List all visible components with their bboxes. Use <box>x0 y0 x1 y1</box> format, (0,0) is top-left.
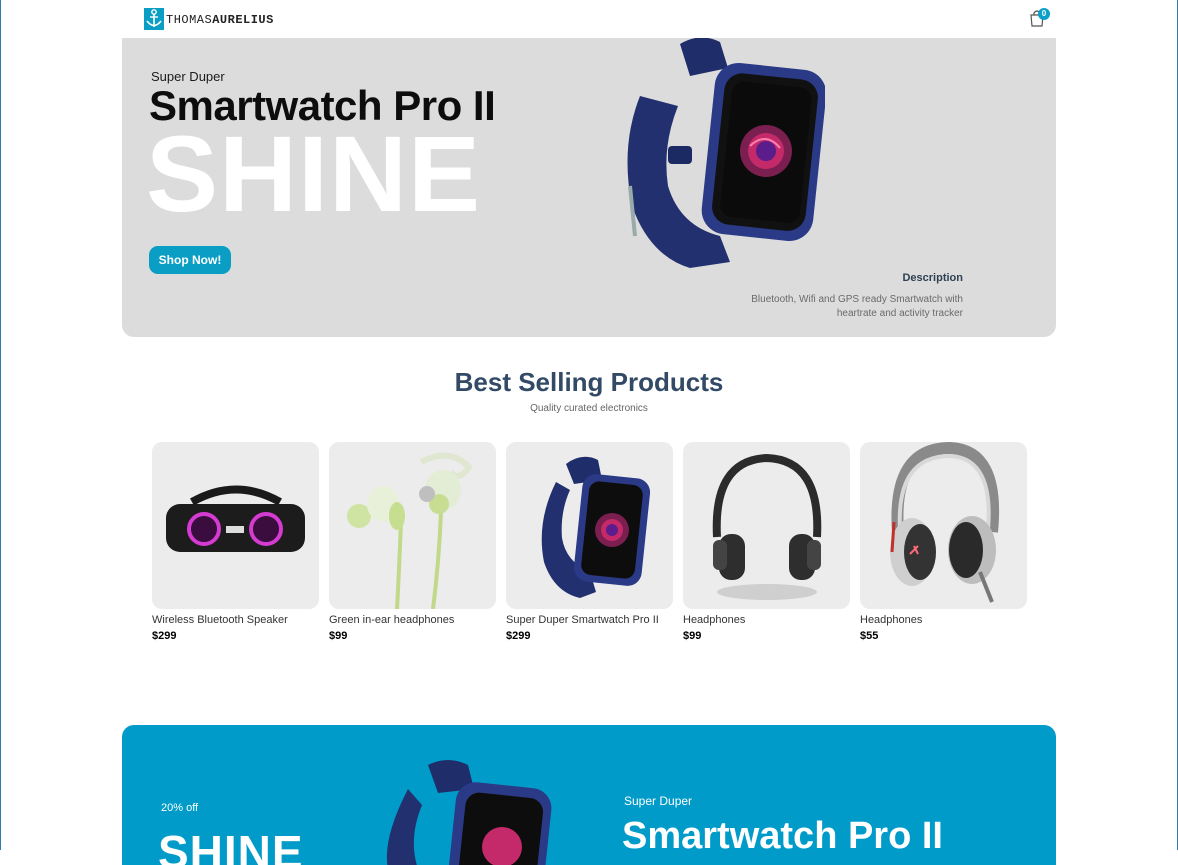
earphones-image <box>347 452 473 609</box>
discount-label: 20% off <box>161 802 199 814</box>
navbar: THOMASAURELIUS 0 <box>0 0 1178 38</box>
speaker-image <box>166 485 305 552</box>
cart-count-badge: 0 <box>1038 8 1050 20</box>
description-title: Description <box>902 272 963 284</box>
description-text: Bluetooth, Wifi and GPS ready Smartwatch… <box>751 294 963 319</box>
product-image[interactable] <box>152 442 319 609</box>
section-subtitle: Quality curated electronics <box>530 403 648 414</box>
anchor-logo-icon <box>144 8 164 30</box>
product-card[interactable]: Green in-ear headphones $99 <box>329 442 496 642</box>
section-title: Best Selling Products <box>454 367 724 397</box>
product-list: Wireless Bluetooth Speaker $299 Green in… <box>152 442 1027 642</box>
banner-subtitle: Super Duper <box>624 794 693 808</box>
product-image[interactable] <box>860 442 1027 609</box>
smartwatch-image <box>627 38 825 268</box>
logo-text: THOMASAURELIUS <box>166 13 274 27</box>
product-name[interactable]: Green in-ear headphones <box>329 614 496 626</box>
product-name[interactable]: Super Duper Smartwatch Pro II <box>506 614 673 626</box>
product-price: $299 <box>152 630 177 642</box>
product-price: $55 <box>860 630 879 642</box>
shop-now-button[interactable]: Shop Now! <box>149 246 231 274</box>
smartwatch-image <box>386 760 552 865</box>
promo-banner: 20% off SHINE Super Duper Smartwatch Pro… <box>122 725 1056 865</box>
product-price: $99 <box>329 630 348 642</box>
product-card[interactable]: Super Duper Smartwatch Pro II $299 <box>506 442 673 642</box>
product-card[interactable]: Wireless Bluetooth Speaker $299 <box>152 442 319 642</box>
product-card[interactable]: Headphones $55 <box>860 442 1027 642</box>
product-name[interactable]: Wireless Bluetooth Speaker <box>152 614 319 626</box>
logo[interactable]: THOMASAURELIUS <box>143 4 274 32</box>
banner-title: Smartwatch Pro II <box>622 815 943 857</box>
hero-big-text: SHINE <box>146 113 482 234</box>
banner-big-text: SHINE <box>158 826 304 865</box>
product-image[interactable] <box>329 442 496 609</box>
headphones-image <box>712 453 822 600</box>
smartwatch-image <box>541 456 651 598</box>
product-name[interactable]: Headphones <box>683 614 850 626</box>
product-card[interactable]: Headphones $99 <box>683 442 850 642</box>
product-image[interactable] <box>683 442 850 609</box>
headphones-image <box>890 442 999 603</box>
product-image[interactable] <box>506 442 673 609</box>
product-price: $299 <box>506 630 531 642</box>
product-price: $99 <box>683 630 702 642</box>
product-name[interactable]: Headphones <box>860 614 1027 626</box>
hero-banner: Super Duper Smartwatch Pro II SHINE Shop… <box>122 38 1056 337</box>
